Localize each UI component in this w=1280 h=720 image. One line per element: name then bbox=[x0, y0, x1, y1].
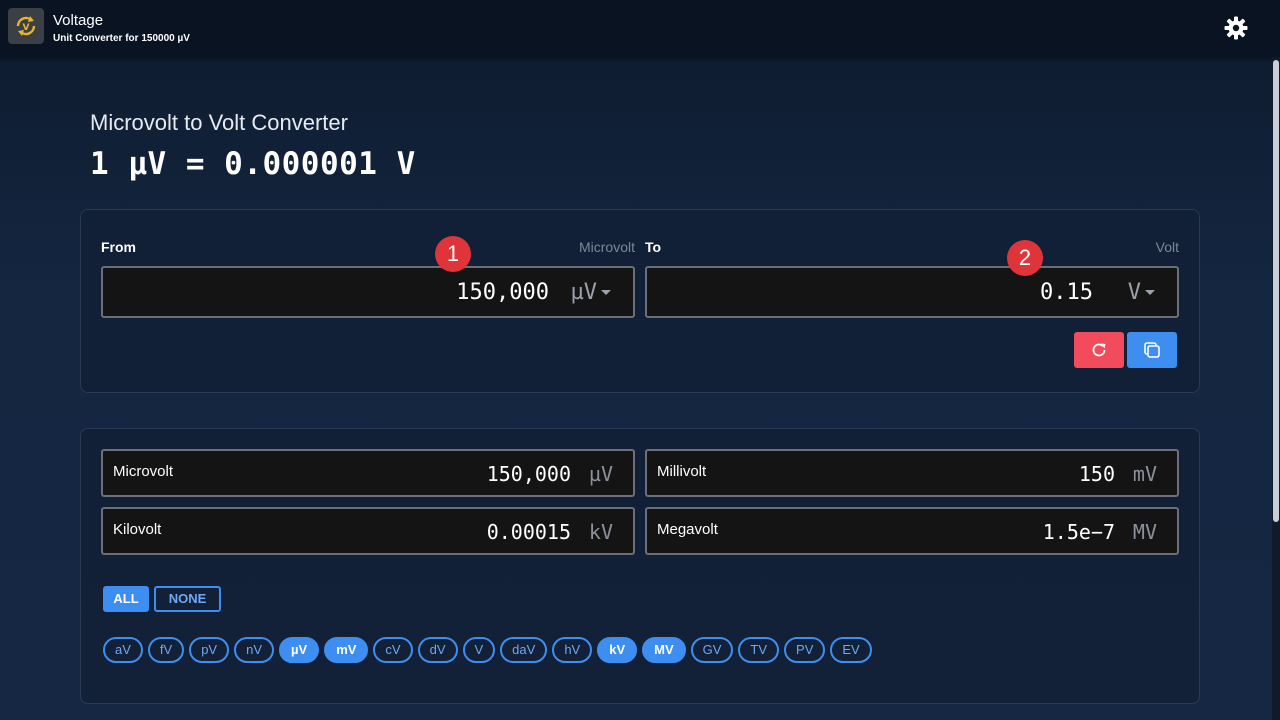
unit-chip[interactable]: EV bbox=[830, 637, 872, 663]
unit-chip[interactable]: µV bbox=[279, 637, 320, 663]
conversion-formula: 1 µV = 0.000001 V bbox=[90, 146, 416, 182]
to-unit-select[interactable]: V bbox=[1128, 280, 1141, 305]
gear-icon[interactable] bbox=[1222, 14, 1250, 42]
result-value: 1.5e−7 bbox=[1042, 520, 1115, 544]
from-value: 150,000 bbox=[456, 280, 549, 305]
unit-chip[interactable]: daV bbox=[500, 637, 548, 663]
chevron-down-icon[interactable] bbox=[601, 290, 611, 295]
copy-icon bbox=[1144, 342, 1160, 358]
unit-chip[interactable]: mV bbox=[324, 637, 369, 663]
to-value: 0.15 bbox=[1040, 280, 1093, 305]
unit-chip[interactable]: aV bbox=[103, 637, 143, 663]
app-subtitle: Unit Converter for 150000 µV bbox=[53, 33, 190, 44]
top-bar: V Voltage Unit Converter for 150000 µV bbox=[0, 0, 1280, 57]
result-name: Microvolt bbox=[113, 463, 174, 480]
select-none-button[interactable]: NONE bbox=[154, 586, 221, 612]
unit-chip[interactable]: V bbox=[462, 637, 496, 663]
result-unit: MV bbox=[1132, 520, 1157, 544]
scrollbar-thumb[interactable] bbox=[1273, 60, 1279, 522]
step-badge-2: 2 bbox=[1007, 240, 1043, 276]
result-unit: µV bbox=[588, 462, 613, 486]
unit-chip[interactable]: cV bbox=[373, 637, 413, 663]
unit-chip[interactable]: PV bbox=[784, 637, 826, 663]
to-value-input[interactable]: 0.15 V bbox=[645, 266, 1179, 318]
result-name: Megavolt bbox=[657, 521, 718, 538]
unit-chip[interactable]: GV bbox=[690, 637, 734, 663]
from-unit-name: Microvolt bbox=[578, 239, 635, 255]
to-label: To bbox=[645, 239, 662, 255]
unit-chip[interactable]: nV bbox=[234, 637, 275, 663]
result-unit: kV bbox=[588, 520, 613, 544]
svg-text:V: V bbox=[23, 23, 30, 33]
unit-chip[interactable]: pV bbox=[189, 637, 230, 663]
unit-chip-list: aV fV pV nV µV mV cV dV V daV hV kV MV G… bbox=[103, 637, 872, 663]
result-row-millivolt[interactable]: Millivolt 150 mV bbox=[645, 449, 1179, 497]
result-row-kilovolt[interactable]: Kilovolt 0.00015 kV bbox=[101, 507, 635, 555]
result-name: Millivolt bbox=[657, 463, 707, 480]
app-logo-icon: V bbox=[8, 8, 44, 44]
unit-chip[interactable]: kV bbox=[597, 637, 638, 663]
result-row-megavolt[interactable]: Megavolt 1.5e−7 MV bbox=[645, 507, 1179, 555]
from-unit-select[interactable]: µV bbox=[571, 280, 598, 305]
to-unit-name: Volt bbox=[1155, 239, 1179, 255]
select-all-button[interactable]: ALL bbox=[103, 586, 149, 612]
unit-chip[interactable]: TV bbox=[738, 637, 780, 663]
app-title: Voltage bbox=[53, 12, 104, 29]
reset-button[interactable] bbox=[1074, 332, 1124, 368]
copy-button[interactable] bbox=[1127, 332, 1177, 368]
from-label: From bbox=[101, 239, 136, 255]
unit-chip[interactable]: dV bbox=[417, 637, 458, 663]
result-row-microvolt[interactable]: Microvolt 150,000 µV bbox=[101, 449, 635, 497]
step-badge-1: 1 bbox=[435, 236, 471, 272]
result-value: 150,000 bbox=[486, 462, 571, 486]
result-value: 150 bbox=[1078, 462, 1115, 486]
unit-chip[interactable]: hV bbox=[552, 637, 593, 663]
from-value-input[interactable]: 150,000 µV bbox=[101, 266, 635, 318]
converter-title: Microvolt to Volt Converter bbox=[90, 110, 348, 135]
result-unit: mV bbox=[1132, 462, 1157, 486]
result-name: Kilovolt bbox=[113, 521, 162, 538]
unit-chip[interactable]: fV bbox=[147, 637, 185, 663]
chevron-down-icon[interactable] bbox=[1145, 290, 1155, 295]
result-value: 0.00015 bbox=[486, 520, 571, 544]
reset-icon bbox=[1092, 343, 1106, 357]
unit-chip[interactable]: MV bbox=[642, 637, 686, 663]
